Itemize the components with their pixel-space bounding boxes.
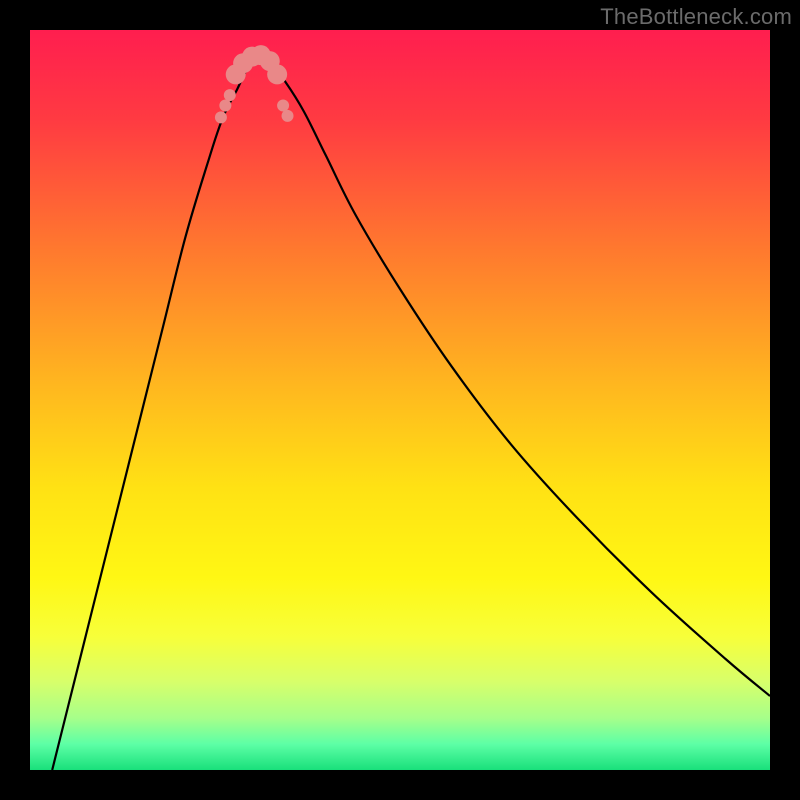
- outer-frame: TheBottleneck.com: [0, 0, 800, 800]
- highlight-dot: [219, 99, 231, 111]
- chart-svg: [30, 30, 770, 770]
- highlight-dot: [267, 64, 287, 84]
- highlight-dot: [282, 110, 294, 122]
- gradient-background: [30, 30, 770, 770]
- highlight-dot: [224, 89, 236, 101]
- chart-plot-area: [30, 30, 770, 770]
- watermark-text: TheBottleneck.com: [600, 4, 792, 30]
- highlight-dot: [277, 99, 289, 111]
- highlight-dot: [215, 111, 227, 123]
